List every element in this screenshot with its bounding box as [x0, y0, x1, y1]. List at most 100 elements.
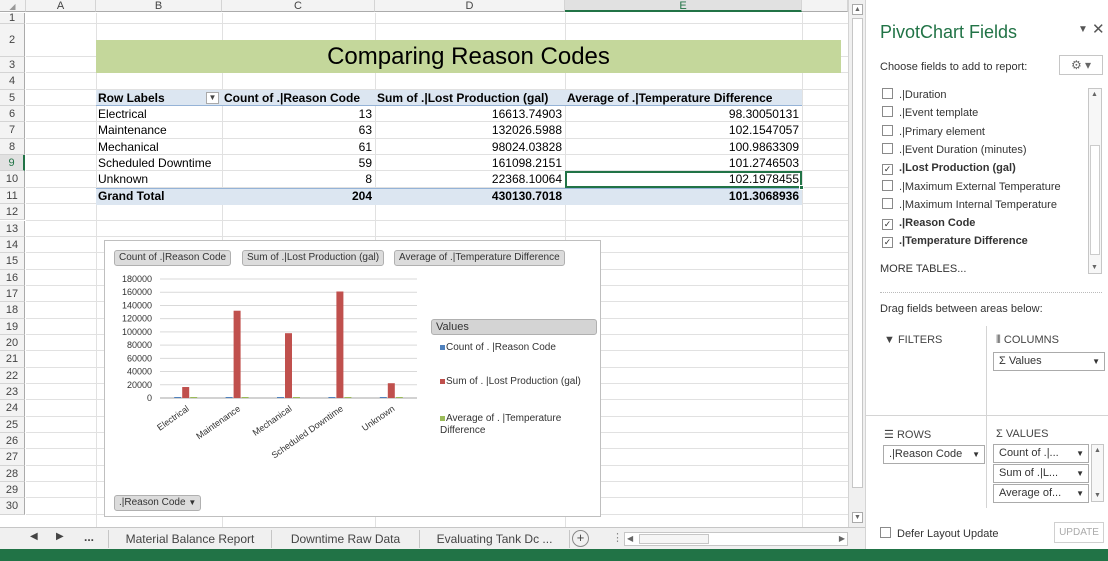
col-header-d[interactable]: D — [375, 0, 565, 12]
hscroll-left-arrow-icon[interactable]: ◀ — [627, 533, 633, 545]
pivot-cell[interactable]: Scheduled Downtime — [98, 156, 222, 170]
row-header-16[interactable]: 16 — [0, 269, 25, 286]
row-header-29[interactable]: 29 — [0, 482, 25, 499]
pivot-cell[interactable]: Maintenance — [98, 123, 222, 137]
tab-scroll-left-icon[interactable]: ◀ — [30, 531, 38, 542]
grand-total-label[interactable]: Grand Total — [98, 189, 222, 203]
values-item-average[interactable]: Average of... ▼ — [993, 484, 1089, 503]
pivot-cell[interactable]: Mechanical — [98, 140, 222, 154]
values-scroll-up-icon[interactable]: ▲ — [1094, 447, 1101, 454]
tab-material-balance-report[interactable]: Material Balance Report — [108, 530, 272, 548]
bar-1-0[interactable] — [182, 387, 190, 398]
row-header-6[interactable]: 6 — [0, 106, 25, 123]
row-header-4[interactable]: 4 — [0, 73, 25, 90]
field-list-scrollbar[interactable]: ▲ ▼ — [1088, 88, 1102, 274]
close-pane-icon[interactable]: ✕ — [1092, 20, 1105, 38]
row-header-9[interactable]: 9 — [0, 155, 25, 172]
grand-total-count[interactable]: 204 — [224, 189, 372, 203]
col-header-e[interactable]: E — [565, 0, 802, 12]
pivot-cell[interactable]: 132026.5988 — [377, 123, 562, 137]
pivot-header-count[interactable]: Count of .|Reason Code — [224, 91, 375, 105]
pivot-cell[interactable]: 101.2746503 — [567, 156, 799, 170]
more-tabs-button[interactable]: ... — [84, 530, 94, 544]
field-item[interactable]: ✓ .|Lost Production (gal) — [882, 162, 1016, 175]
field-scroll-down-icon[interactable]: ▼ — [1091, 264, 1098, 271]
col-header-c[interactable]: C — [222, 0, 375, 12]
bar-2-3[interactable] — [344, 397, 352, 398]
row-header-14[interactable]: 14 — [0, 236, 25, 254]
tab-downtime-raw-data[interactable]: Downtime Raw Data — [272, 530, 420, 548]
bar-0-1[interactable] — [225, 397, 233, 398]
row-header-11[interactable]: 11 — [0, 187, 25, 205]
row-header-1[interactable]: 1 — [0, 13, 25, 24]
defer-layout-update[interactable]: Defer Layout Update — [880, 527, 999, 540]
select-all-corner[interactable]: ◢ — [0, 0, 26, 12]
row-header-7[interactable]: 7 — [0, 122, 25, 139]
tab-evaluating-tank[interactable]: Evaluating Tank Dc ... — [420, 530, 570, 548]
row-header-10[interactable]: 10 — [0, 171, 25, 188]
col-header-b[interactable]: B — [96, 0, 222, 12]
bar-1-3[interactable] — [336, 291, 344, 398]
scroll-up-arrow-icon[interactable]: ▲ — [852, 4, 863, 15]
row-header-3[interactable]: 3 — [0, 57, 25, 74]
row-header-20[interactable]: 20 — [0, 334, 25, 352]
row-header-2[interactable]: 2 — [0, 24, 25, 57]
bar-1-4[interactable] — [387, 383, 395, 398]
row-header-24[interactable]: 24 — [0, 400, 25, 417]
row-header-23[interactable]: 23 — [0, 384, 25, 401]
horizontal-scrollbar[interactable]: ◀ ▶ — [624, 532, 848, 546]
checkbox-icon[interactable] — [882, 198, 893, 210]
field-scroll-up-icon[interactable]: ▲ — [1091, 91, 1098, 98]
scroll-down-arrow-icon[interactable]: ▼ — [852, 512, 863, 523]
bar-2-4[interactable] — [395, 397, 403, 398]
row-header-22[interactable]: 22 — [0, 367, 25, 384]
tab-scroll-right-icon[interactable]: ▶ — [56, 531, 64, 542]
pivot-cell[interactable]: 61 — [224, 140, 372, 154]
row-header-19[interactable]: 19 — [0, 318, 25, 335]
pivot-chart[interactable]: Count of .|Reason Code Sum of .|Lost Pro… — [104, 240, 601, 517]
field-item[interactable]: .|Maximum Internal Temperature — [882, 198, 1057, 211]
pivot-cell[interactable]: 8 — [224, 172, 372, 186]
pivot-cell[interactable]: 16613.74903 — [377, 107, 562, 121]
worksheet-grid[interactable]: ◢ A B C D E 1 2 3 4 5 6 7 8 9 10 11 12 13 14 15 16 17 18 1… — [0, 0, 848, 527]
pivot-header-row-labels[interactable]: Row Labels ▼ — [98, 91, 222, 105]
new-sheet-button[interactable]: + — [572, 530, 589, 547]
bar-0-2[interactable] — [277, 397, 284, 398]
row-header-5[interactable]: 5 — [0, 89, 25, 107]
pivot-cell[interactable]: 22368.10064 — [377, 172, 562, 186]
columns-values-item[interactable]: Σ Values ▼ — [993, 352, 1105, 371]
pivot-cell[interactable]: 161098.2151 — [377, 156, 562, 170]
field-item[interactable]: .|Duration — [882, 88, 947, 101]
field-item[interactable]: ✓ .|Temperature Difference — [882, 235, 1028, 249]
row-header-17[interactable]: 17 — [0, 285, 25, 303]
checked-checkbox-icon[interactable]: ✓ — [882, 237, 893, 249]
values-sum-dropdown-icon[interactable]: ▼ — [1076, 465, 1084, 482]
values-scroll-down-icon[interactable]: ▼ — [1094, 492, 1101, 499]
axis-field-dropdown-icon[interactable]: ▼ — [188, 498, 196, 507]
field-item[interactable]: .|Event Duration (minutes) — [882, 143, 1027, 156]
pivot-cell[interactable]: 98.30050131 — [567, 107, 799, 121]
row-header-13[interactable]: 13 — [0, 220, 25, 237]
bar-1-2[interactable] — [285, 333, 292, 398]
pivot-cell[interactable]: 59 — [224, 156, 372, 170]
col-header-a[interactable]: A — [26, 0, 96, 12]
report-title[interactable]: Comparing Reason Codes — [96, 40, 841, 73]
field-scroll-thumb[interactable] — [1090, 145, 1100, 255]
more-tables-link[interactable]: MORE TABLES... — [880, 263, 966, 275]
bar-2-2[interactable] — [293, 397, 300, 398]
grand-total-sum[interactable]: 430130.7018 — [377, 189, 562, 203]
pivot-cell[interactable]: Electrical — [98, 107, 222, 121]
row-header-15[interactable]: 15 — [0, 253, 25, 270]
checkbox-icon[interactable] — [882, 88, 893, 99]
row-header-30[interactable]: 30 — [0, 498, 25, 515]
pivot-header-average[interactable]: Average of .|Temperature Difference — [567, 91, 802, 105]
pivot-cell[interactable]: Unknown — [98, 172, 222, 186]
pane-options-chevron-icon[interactable]: ▼ — [1078, 24, 1088, 35]
bar-0-0[interactable] — [174, 397, 182, 398]
fill-handle[interactable] — [799, 185, 804, 190]
pivot-cell[interactable]: 102.1547057 — [567, 123, 799, 137]
field-item[interactable]: ✓ .|Reason Code — [882, 217, 975, 230]
values-item-count[interactable]: Count of .|... ▼ — [993, 444, 1089, 463]
values-scrollbar[interactable]: ▲ ▼ — [1091, 444, 1104, 502]
values-average-dropdown-icon[interactable]: ▼ — [1076, 485, 1084, 502]
